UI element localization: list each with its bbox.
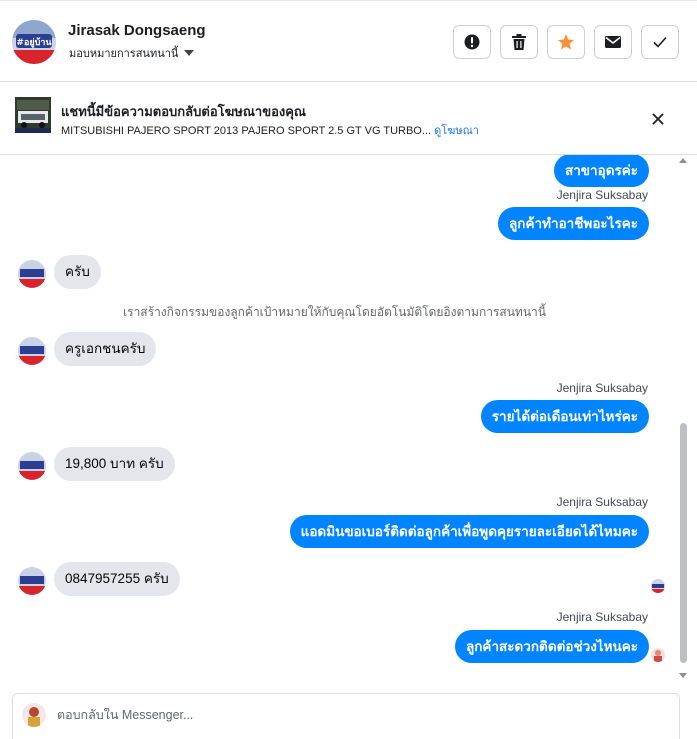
report-button[interactable] (453, 25, 491, 59)
close-icon (652, 113, 664, 125)
contact-avatar-small (18, 337, 46, 365)
caret-down-icon (184, 50, 195, 56)
ad-banner-subtitle: MITSUBISHI PAJERO SPORT 2013 PAJERO SPOR… (61, 121, 479, 139)
ad-text: MITSUBISHI PAJERO SPORT 2013 PAJERO SPOR… (61, 125, 432, 137)
message-bubble-outgoing[interactable]: แอดมินขอเบอร์ติดต่อลูกค้าเพื่อพูดคุยรายล… (289, 515, 649, 548)
delete-button[interactable] (500, 25, 538, 59)
message-thread: สาขาอุดรค่ะ Jenjira Suksabay ลูกค้าทำอาช… (0, 155, 697, 685)
scroll-up-arrow-icon[interactable] (679, 158, 687, 163)
envelope-icon (605, 36, 621, 48)
message-bubble-incoming[interactable]: ครับ (54, 255, 101, 289)
assign-label: มอบหมายการสนทนานี้ (69, 48, 179, 60)
conversation-header: #อยู่บ้าน Jirasak Dongsaeng มอบหมายการสน… (0, 0, 697, 82)
reply-composer (12, 693, 680, 739)
view-ad-link[interactable]: ดูโฆษณา (434, 125, 479, 137)
sender-avatar-small (651, 648, 665, 662)
ad-banner-title: แชทนี้มีข้อความตอบกลับต่อโฆษณาของคุณ (61, 104, 306, 119)
trash-icon (512, 34, 526, 50)
scrollbar-thumb[interactable] (680, 423, 687, 663)
seen-receipt-avatar (651, 579, 665, 593)
mark-done-button[interactable] (641, 25, 679, 59)
message-bubble-outgoing[interactable]: สาขาอุดรค่ะ (553, 155, 649, 187)
contact-avatar-small (18, 567, 46, 595)
message-bubble-outgoing[interactable]: ลูกค้าทำอาชีพอะไรคะ (498, 207, 649, 240)
sender-name: Jenjira Suksabay (556, 495, 648, 509)
close-banner-button[interactable] (649, 110, 667, 128)
contact-name[interactable]: Jirasak Dongsaeng (68, 22, 206, 39)
sender-name: Jenjira Suksabay (556, 188, 648, 202)
ad-reply-banner: แชทนี้มีข้อความตอบกลับต่อโฆษณาของคุณ MIT… (0, 82, 697, 155)
message-bubble-outgoing[interactable]: ลูกค้าสะดวกติดต่อช่วงไหนคะ (454, 630, 649, 663)
header-actions (453, 25, 679, 59)
star-icon (558, 34, 574, 50)
page-avatar (22, 703, 46, 727)
svg-text:#อยู่บ้าน: #อยู่บ้าน (16, 37, 52, 48)
ad-thumbnail[interactable] (15, 97, 51, 133)
star-button[interactable] (547, 25, 585, 59)
message-bubble-incoming[interactable]: ครูเอกชนครับ (54, 332, 157, 366)
message-bubble-incoming[interactable]: 0847957255 ครับ (54, 562, 180, 596)
report-icon (464, 34, 480, 50)
contact-avatar-small (18, 452, 46, 480)
thread-scrollbar[interactable] (678, 155, 689, 685)
system-message: เราสร้างกิจกรรมของลูกค้าเป้าหมายให้กับคุ… (123, 305, 546, 319)
reply-input[interactable] (57, 708, 617, 722)
scroll-down-arrow-icon[interactable] (679, 673, 687, 678)
message-bubble-incoming[interactable]: 19,800 บาท ครับ (54, 447, 175, 481)
check-icon (653, 36, 667, 48)
contact-avatar[interactable]: #อยู่บ้าน (12, 20, 56, 64)
message-bubble-outgoing[interactable]: รายได้ต่อเดือนเท่าไหร่คะ (480, 400, 649, 433)
contact-avatar-small (18, 260, 46, 288)
sender-name: Jenjira Suksabay (556, 381, 648, 395)
mark-unread-button[interactable] (594, 25, 632, 59)
assign-conversation-dropdown[interactable]: มอบหมายการสนทนานี้ (69, 44, 195, 62)
sender-name: Jenjira Suksabay (556, 610, 648, 624)
